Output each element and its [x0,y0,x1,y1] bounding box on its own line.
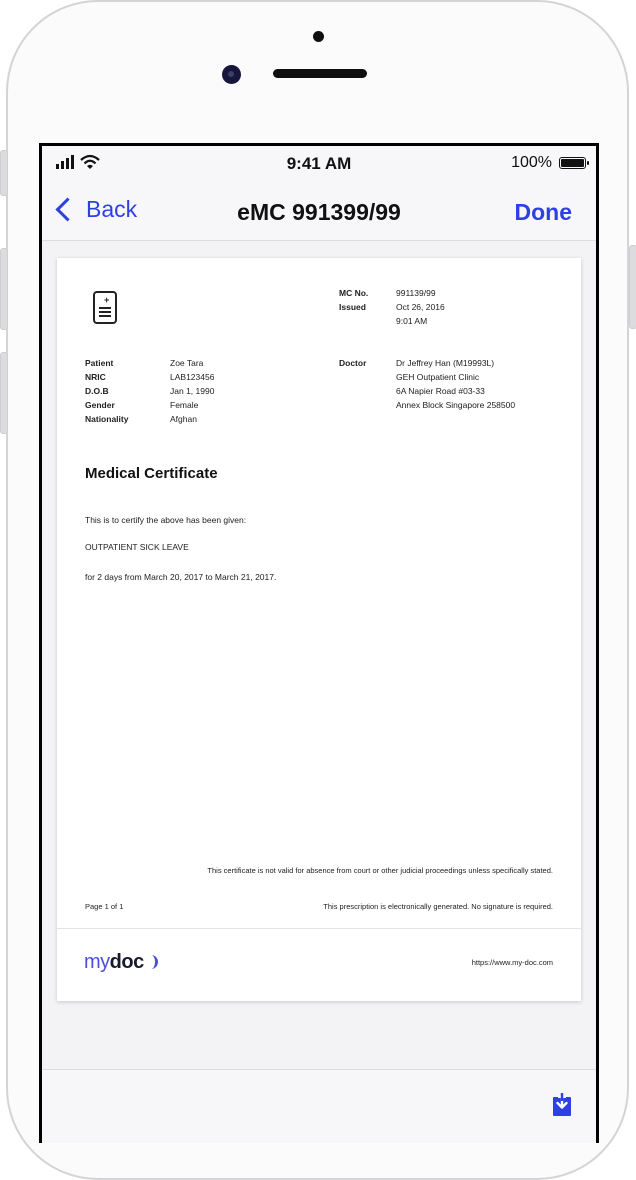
nationality-label: Nationality [85,414,129,424]
issued-date: Oct 26, 2016 [396,302,445,312]
medical-certificate-document: + MC No. 991139/99 Issued Oct 26, 2016 9:0… [57,258,581,1001]
issued-time: 9:01 AM [396,316,428,326]
proximity-sensor [313,31,324,42]
doctor-line: Dr Jeffrey Han (M19993L) [396,358,495,368]
volume-down-button [0,352,8,434]
doctor-info: Doctor Dr Jeffrey Han (M19993L) GEH Outpa… [339,356,515,412]
status-bar: 9:41 AM 100% [42,146,596,182]
dob-label: D.O.B [85,386,109,396]
patient-value: Zoe Tara [170,358,204,368]
download-share-icon[interactable] [552,1092,572,1116]
volume-up-button [0,248,8,330]
battery-percent: 100% [511,154,552,171]
done-button[interactable]: Done [515,199,573,226]
doctor-label: Doctor [339,358,367,368]
divider [57,928,581,929]
screen: 9:41 AM 100% Back eMC 991399/99 Done + M… [39,143,599,1143]
validity-note: This certificate is not valid for absenc… [207,866,553,875]
doctor-line: GEH Outpatient Clinic [396,372,480,382]
mc-info: MC No. 991139/99 Issued Oct 26, 2016 9:01 … [339,286,445,328]
nationality-value: Afghan [170,414,197,424]
electronic-note: This prescription is electronically gene… [323,902,553,911]
leave-duration: for 2 days from March 20, 2017 to March … [85,572,277,582]
doctor-line: 6A Napier Road #03-33 [396,386,485,396]
navigation-bar: Back eMC 991399/99 Done [42,182,596,241]
earpiece-speaker [273,69,367,78]
website-link[interactable]: https://www.my-doc.com [472,958,553,967]
document-certificate-icon: + [93,291,117,324]
doctor-line: Annex Block Singapore 258500 [396,400,516,410]
nric-label: NRIC [85,372,106,382]
front-camera [222,65,241,84]
certificate-heading: Medical Certificate [85,465,218,482]
patient-label: Patient [85,358,114,368]
nric-value: LAB123456 [170,372,215,382]
battery-icon [559,157,589,169]
page-title: eMC 991399/99 [237,199,401,225]
app-view: 9:41 AM 100% Back eMC 991399/99 Done + M… [42,146,596,1143]
logo-text-doc: doc [109,951,145,973]
mc-no-label: MC No. [339,288,369,298]
signal-waves-icon [145,955,158,969]
mute-switch [0,150,8,196]
gender-value: Female [170,400,199,410]
dob-value: Jan 1, 1990 [170,386,215,396]
logo-text-my: my [84,951,110,973]
patient-info: Patient Zoe Tara NRIC LAB123456 D.O.B Jan 1… [85,356,214,426]
certify-text: This is to certify the above has been gi… [85,515,247,525]
mc-no-value: 991139/99 [396,288,436,298]
gender-label: Gender [85,400,115,410]
mydoc-logo: mydoc [84,951,158,974]
leave-type: OUTPATIENT SICK LEAVE [85,542,189,552]
page-number: Page 1 of 1 [85,902,124,911]
issued-label: Issued [339,302,366,312]
power-button [629,245,636,329]
